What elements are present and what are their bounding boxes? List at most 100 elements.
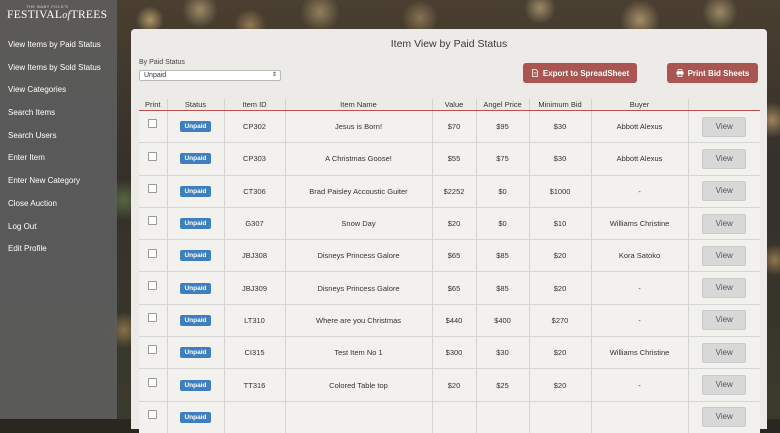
table-row: Unpaid JBJ309 Disneys Princess Galore $65 $8… [139, 271, 760, 305]
print-checkbox[interactable] [148, 248, 158, 258]
print-cell [139, 271, 168, 305]
view-button[interactable]: View [702, 310, 747, 331]
sidebar: THE BABY FOLD'S FESTIVALofTREES View Ite… [0, 0, 117, 419]
action-cell: View [688, 239, 760, 272]
view-button[interactable]: View [702, 342, 747, 363]
table-row: Unpaid LT310 Where are you Christmas $440 $4… [139, 303, 760, 337]
print-checkbox[interactable] [148, 377, 158, 387]
paid-status-select[interactable]: Unpaid ⇕ [139, 70, 281, 81]
value-cell: $65 [432, 271, 477, 305]
action-cell: View [688, 400, 760, 433]
sidebar-item-search-items[interactable]: Search Items [0, 102, 117, 125]
value-cell: $65 [432, 239, 477, 272]
item-id-cell: LT310 [224, 303, 286, 337]
status-badge: Unpaid [180, 185, 211, 197]
buyer-cell: - [591, 368, 689, 402]
action-cell: View [688, 142, 760, 176]
view-button[interactable]: View [702, 213, 747, 234]
sidebar-item-view-items-by-paid-status[interactable]: View Items by Paid Status [0, 34, 117, 57]
table-row: Unpaid JBJ308 Disneys Princess Galore $65 $8… [139, 239, 760, 272]
paid-status-filter-label: By Paid Status [139, 59, 185, 66]
brand-logo[interactable]: THE BABY FOLD'S FESTIVALofTREES [0, 0, 117, 28]
action-cell: View [688, 109, 760, 143]
item-name-cell [285, 400, 433, 433]
col-header-actions [688, 99, 760, 111]
buyer-cell: Williams Christine [591, 206, 689, 240]
col-header-buyer: Buyer [591, 99, 689, 111]
action-cell: View [688, 271, 760, 305]
print-cell [139, 303, 168, 337]
print-checkbox[interactable] [148, 410, 158, 420]
print-cell [139, 174, 168, 208]
sidebar-item-edit-profile[interactable]: Edit Profile [0, 238, 117, 261]
minimum-bid-cell: $30 [529, 142, 592, 176]
view-button[interactable]: View [702, 181, 747, 202]
item-name-cell: Test Item No 1 [285, 336, 433, 369]
item-name-cell: Jesus is Born! [285, 109, 433, 143]
minimum-bid-cell: $20 [529, 368, 592, 402]
buyer-cell: Williams Christine [591, 336, 689, 369]
angel-price-cell: $0 [476, 206, 530, 240]
sidebar-item-enter-item[interactable]: Enter Item [0, 147, 117, 170]
minimum-bid-cell: $20 [529, 271, 592, 305]
table-row: Unpaid View [139, 400, 760, 433]
print-bid-sheets-button[interactable]: Print Bid Sheets [667, 63, 758, 83]
export-spreadsheet-label: Export to SpreadSheet [542, 68, 630, 78]
item-name-cell: Snow Day [285, 206, 433, 240]
buyer-cell: - [591, 174, 689, 208]
print-cell [139, 400, 168, 433]
col-header-status: Status [167, 99, 225, 111]
print-checkbox[interactable] [148, 313, 158, 323]
minimum-bid-cell: $1000 [529, 174, 592, 208]
print-cell [139, 368, 168, 402]
sidebar-item-view-items-by-sold-status[interactable]: View Items by Sold Status [0, 57, 117, 80]
item-name-cell: Where are you Christmas [285, 303, 433, 337]
main-panel: Item View by Paid Status By Paid Status … [131, 29, 767, 433]
status-badge: Unpaid [180, 250, 211, 262]
sidebar-item-search-users[interactable]: Search Users [0, 125, 117, 148]
table-row: Unpaid G307 Snow Day $20 $0 $10 Williams Chris… [139, 206, 760, 240]
print-checkbox[interactable] [148, 216, 158, 226]
buyer-cell [591, 400, 689, 433]
sidebar-nav: View Items by Paid Status View Items by … [0, 34, 117, 261]
view-button[interactable]: View [702, 407, 747, 428]
sidebar-item-close-auction[interactable]: Close Auction [0, 193, 117, 216]
value-cell: $2252 [432, 174, 477, 208]
items-table: Print Status Item ID Item Name Value Ang… [139, 99, 760, 433]
buyer-cell: - [591, 271, 689, 305]
view-button[interactable]: View [702, 116, 747, 137]
status-cell: Unpaid [167, 368, 225, 402]
item-name-cell: Colored Table top [285, 368, 433, 402]
print-checkbox[interactable] [148, 280, 158, 290]
minimum-bid-cell: $10 [529, 206, 592, 240]
view-button[interactable]: View [702, 245, 747, 266]
status-cell: Unpaid [167, 336, 225, 369]
print-checkbox[interactable] [148, 345, 158, 355]
print-checkbox[interactable] [148, 151, 158, 161]
status-badge: Unpaid [180, 218, 211, 230]
item-id-cell: G307 [224, 206, 286, 240]
spreadsheet-file-icon [531, 69, 538, 77]
value-cell: $55 [432, 142, 477, 176]
print-checkbox[interactable] [148, 119, 158, 129]
sidebar-item-enter-new-category[interactable]: Enter New Category [0, 170, 117, 193]
col-header-item-name: Item Name [285, 99, 433, 111]
view-button[interactable]: View [702, 278, 747, 299]
status-badge: Unpaid [180, 282, 211, 294]
sidebar-item-view-categories[interactable]: View Categories [0, 79, 117, 102]
col-header-minimum-bid: Minimum Bid [529, 99, 592, 111]
export-spreadsheet-button[interactable]: Export to SpreadSheet [523, 63, 637, 83]
buyer-cell: - [591, 303, 689, 337]
action-cell: View [688, 336, 760, 369]
status-cell: Unpaid [167, 174, 225, 208]
angel-price-cell: $25 [476, 368, 530, 402]
view-button[interactable]: View [702, 148, 747, 169]
item-id-cell: JBJ309 [224, 271, 286, 305]
view-button[interactable]: View [702, 375, 747, 396]
print-checkbox[interactable] [148, 184, 158, 193]
minimum-bid-cell: $30 [529, 109, 592, 143]
sidebar-item-log-out[interactable]: Log Out [0, 216, 117, 239]
status-cell: Unpaid [167, 109, 225, 143]
page-title: Item View by Paid Status [390, 38, 508, 50]
item-id-cell: CP302 [224, 109, 286, 143]
